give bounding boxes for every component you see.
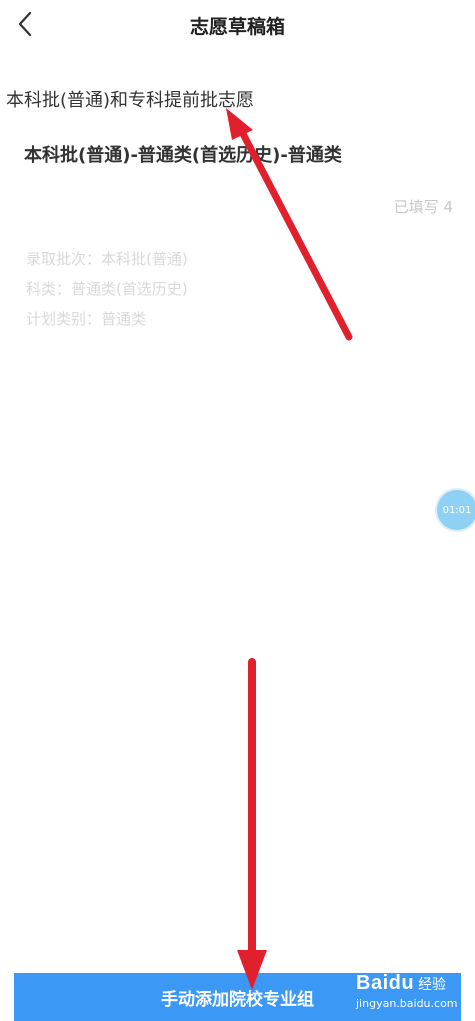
timer-badge[interactable]: 01:01 — [437, 490, 475, 530]
header-bar: 志愿草稿箱 — [0, 0, 475, 50]
section-title: 本科批(普通)和专科提前批志愿 — [6, 90, 255, 111]
arrow-down-annotation — [237, 658, 267, 990]
info-plan-category: 计划类别：普通类 — [26, 310, 147, 328]
watermark-logo: Baidu — [356, 972, 415, 994]
info-admission-batch: 录取批次：本科批(普通) — [26, 250, 188, 268]
filled-count: 已填写 4 — [393, 198, 453, 216]
watermark: Baidu 经验 — [356, 972, 446, 995]
group-title[interactable]: 本科批(普通)-普通类(首选历史)-普通类 — [24, 141, 342, 167]
watermark-url: jingyan.baidu.com — [356, 997, 458, 1010]
info-subject-type: 科类：普通类(首选历史) — [26, 280, 188, 298]
page-title: 志愿草稿箱 — [189, 16, 285, 38]
add-group-button-label: 手动添加院校专业组 — [161, 989, 314, 1010]
watermark-text: 经验 — [418, 977, 447, 993]
